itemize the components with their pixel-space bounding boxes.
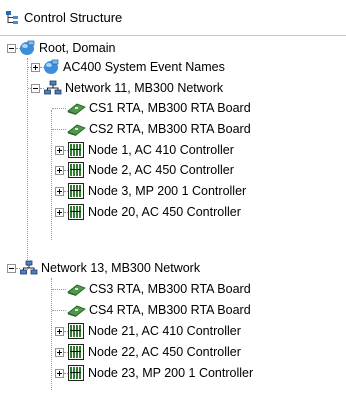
tree-item-network-13[interactable]: Network 13, MB300 Network bbox=[0, 258, 346, 278]
tree-item-system-events[interactable]: AC400 System Event Names bbox=[0, 57, 346, 77]
rta-board-icon bbox=[67, 122, 86, 142]
tree-item-label: CS3 RTA, MB300 RTA Board bbox=[89, 282, 251, 296]
tree-item-controller-node[interactable]: Node 20, AC 450 Controller bbox=[0, 202, 346, 222]
controller-icon bbox=[68, 204, 84, 226]
rta-board-icon bbox=[67, 303, 86, 323]
tree-item-label: CS4 RTA, MB300 RTA Board bbox=[89, 303, 251, 317]
structure-tree-icon bbox=[5, 10, 20, 28]
expand-toggle[interactable] bbox=[55, 208, 64, 217]
expand-toggle[interactable] bbox=[31, 63, 40, 72]
tree-item-label: Node 21, AC 410 Controller bbox=[88, 324, 241, 338]
tree-item-label: Network 11, MB300 Network bbox=[65, 81, 224, 95]
tree-item-network-11[interactable]: Network 11, MB300 Network bbox=[0, 78, 346, 98]
tree-item-label: Node 22, AC 450 Controller bbox=[88, 345, 241, 359]
panel-header: Control Structure bbox=[0, 0, 346, 36]
tree-item-label: Node 2, AC 450 Controller bbox=[88, 163, 234, 177]
tree-item-label: AC400 System Event Names bbox=[63, 60, 225, 74]
tree-line bbox=[52, 129, 66, 130]
expand-toggle[interactable] bbox=[55, 348, 64, 357]
tree-line bbox=[52, 289, 66, 290]
collapse-toggle[interactable] bbox=[31, 84, 40, 93]
tree-line bbox=[52, 310, 66, 311]
expand-toggle[interactable] bbox=[55, 166, 64, 175]
tree-item-rta-board[interactable]: CS1 RTA, MB300 RTA Board bbox=[0, 98, 346, 118]
tree-item-controller-node[interactable]: Node 23, MP 200 1 Controller bbox=[0, 363, 346, 383]
control-structure-tree[interactable]: Root, Domain AC400 System Event Names Ne… bbox=[0, 38, 346, 399]
expand-toggle[interactable] bbox=[55, 187, 64, 196]
tree-line bbox=[28, 88, 31, 89]
tree-item-label: Node 23, MP 200 1 Controller bbox=[88, 366, 254, 380]
tree-item-label: Node 1, AC 410 Controller bbox=[88, 143, 234, 157]
tree-item-rta-board[interactable]: CS4 RTA, MB300 RTA Board bbox=[0, 300, 346, 320]
panel-title: Control Structure bbox=[24, 10, 123, 25]
tree-item-label: Network 13, MB300 Network bbox=[41, 261, 201, 275]
tree-item-root[interactable]: Root, Domain bbox=[0, 38, 346, 58]
tree-item-label: CS1 RTA, MB300 RTA Board bbox=[89, 101, 251, 115]
expand-toggle[interactable] bbox=[55, 327, 64, 336]
tree-item-controller-node[interactable]: Node 21, AC 410 Controller bbox=[0, 321, 346, 341]
tree-item-controller-node[interactable]: Node 2, AC 450 Controller bbox=[0, 160, 346, 180]
tree-line bbox=[52, 108, 66, 109]
tree-item-controller-node[interactable]: Node 1, AC 410 Controller bbox=[0, 140, 346, 160]
rta-board-icon bbox=[67, 282, 86, 302]
tree-item-rta-board[interactable]: CS2 RTA, MB300 RTA Board bbox=[0, 119, 346, 139]
tree-item-label: Node 3, MP 200 1 Controller bbox=[88, 184, 247, 198]
tree-line bbox=[28, 67, 31, 68]
tree-item-label: CS2 RTA, MB300 RTA Board bbox=[89, 122, 251, 136]
controller-icon bbox=[68, 365, 84, 387]
rta-board-icon bbox=[67, 101, 86, 121]
tree-item-label: Root, Domain bbox=[39, 41, 116, 55]
expand-toggle[interactable] bbox=[55, 369, 64, 378]
tree-item-label: Node 20, AC 450 Controller bbox=[88, 205, 241, 219]
collapse-toggle[interactable] bbox=[7, 44, 16, 53]
tree-item-controller-node[interactable]: Node 3, MP 200 1 Controller bbox=[0, 181, 346, 201]
collapse-toggle[interactable] bbox=[7, 264, 16, 273]
expand-toggle[interactable] bbox=[55, 146, 64, 155]
tree-item-rta-board[interactable]: CS3 RTA, MB300 RTA Board bbox=[0, 279, 346, 299]
tree-item-controller-node[interactable]: Node 22, AC 450 Controller bbox=[0, 342, 346, 362]
